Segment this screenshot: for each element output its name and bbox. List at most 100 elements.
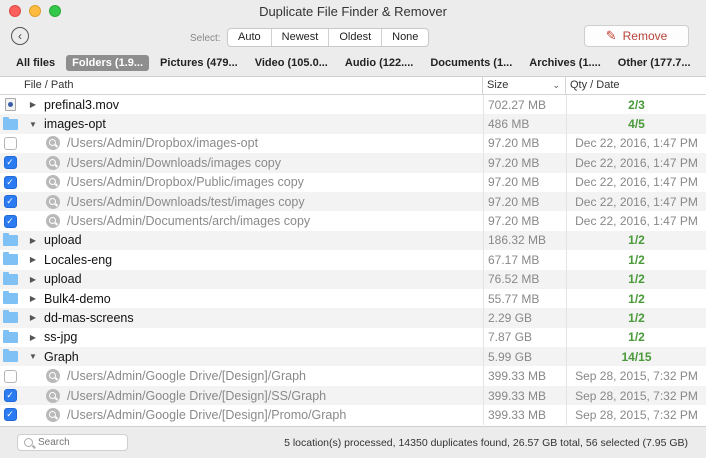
row-checkbox[interactable]: ✓: [3, 389, 17, 403]
group-name: Bulk4-demo: [44, 291, 111, 306]
disclosure-collapsed-icon[interactable]: ▶: [26, 255, 40, 264]
group-row[interactable]: ▶ Locales-eng 67.17 MB 1/2: [0, 250, 706, 270]
tab-5[interactable]: Documents (1...: [424, 55, 518, 71]
tab-7[interactable]: Other (177.7...: [612, 55, 697, 71]
reveal-in-finder-icon[interactable]: [46, 369, 60, 384]
remove-button[interactable]: ✎ Remove: [584, 25, 689, 47]
row-checkbox[interactable]: ✓: [3, 214, 17, 228]
row-checkbox[interactable]: ✓: [3, 408, 17, 422]
select-newest-button[interactable]: Newest: [272, 29, 330, 46]
column-header-path[interactable]: File / Path: [0, 77, 483, 94]
title-bar: Duplicate File Finder & Remover: [0, 0, 706, 22]
row-marker: [0, 310, 20, 324]
tab-2[interactable]: Pictures (479...: [154, 55, 244, 71]
file-path: /Users/Admin/Dropbox/images-opt: [67, 136, 259, 151]
group-name: dd-mas-screens: [44, 310, 134, 325]
column-header-qty-date[interactable]: Qty / Date: [566, 77, 706, 94]
group-row[interactable]: ▶ ss-jpg 7.87 GB 1/2: [0, 327, 706, 348]
zoom-window-button[interactable]: [49, 5, 61, 17]
file-row[interactable]: ✓ /Users/Admin/Dropbox/Public/images copy…: [0, 172, 706, 192]
group-row[interactable]: ▶ upload 186.32 MB 1/2: [0, 230, 706, 251]
disclosure-collapsed-icon[interactable]: ▶: [26, 333, 40, 342]
select-segmented-control: Auto Newest Oldest None: [227, 28, 430, 47]
file-path: /Users/Admin/Google Drive/[Design]/Promo…: [67, 407, 347, 422]
disclosure-collapsed-icon[interactable]: ▶: [26, 236, 40, 245]
cell-size: 399.33 MB: [483, 385, 566, 406]
cell-size: 2.29 GB: [483, 308, 566, 328]
group-row[interactable]: ▶ dd-mas-screens 2.29 GB 1/2: [0, 308, 706, 328]
tab-6[interactable]: Archives (1....: [523, 55, 607, 71]
modified-date: Sep 28, 2015, 7:32 PM: [575, 369, 698, 384]
group-row[interactable]: ▼ Graph 5.99 GB 14/15: [0, 347, 706, 367]
file-path: /Users/Admin/Documents/arch/images copy: [67, 214, 311, 229]
table-body: ▶ prefinal3.mov 702.27 MB 2/3 ▼ images-opt 486…: [0, 95, 706, 425]
group-row[interactable]: ▶ prefinal3.mov 702.27 MB 2/3: [0, 95, 706, 115]
file-path: /Users/Admin/Google Drive/[Design]/SS/Gr…: [67, 388, 327, 403]
tab-4[interactable]: Audio (122....: [339, 55, 419, 71]
close-window-button[interactable]: [9, 5, 21, 17]
back-button[interactable]: ‹: [11, 27, 29, 45]
row-checkbox[interactable]: ✓: [3, 195, 17, 209]
group-row[interactable]: ▶ Bulk4-demo 55.77 MB 1/2: [0, 288, 706, 309]
disclosure-expanded-icon[interactable]: ▼: [26, 120, 40, 129]
disclosure-collapsed-icon[interactable]: ▶: [26, 100, 40, 109]
row-marker[interactable]: ✓: [0, 389, 20, 403]
column-header-size[interactable]: Size ⌄: [483, 77, 566, 94]
file-row[interactable]: ✓ /Users/Admin/Downloads/test/images copy…: [0, 191, 706, 212]
file-row[interactable]: ✓ /Users/Admin/Documents/arch/images copy…: [0, 211, 706, 231]
disclosure-collapsed-icon[interactable]: ▶: [26, 313, 40, 322]
row-checkbox[interactable]: ✓: [3, 156, 17, 170]
cell-path: /Users/Admin/Google Drive/[Design]/SS/Gr…: [20, 388, 483, 403]
cell-qty-date: 2/3: [566, 95, 706, 115]
row-marker[interactable]: ✓: [0, 195, 20, 209]
row-checkbox[interactable]: [3, 369, 17, 383]
modified-date: Dec 22, 2016, 1:47 PM: [575, 214, 698, 229]
modified-date: Dec 22, 2016, 1:47 PM: [575, 136, 698, 151]
select-oldest-button[interactable]: Oldest: [329, 29, 383, 46]
group-row[interactable]: ▶ upload 76.52 MB 1/2: [0, 269, 706, 289]
row-checkbox[interactable]: [3, 136, 17, 150]
file-row[interactable]: ✓ /Users/Admin/Google Drive/[Design]/SS/G…: [0, 385, 706, 406]
select-none-button[interactable]: None: [382, 29, 428, 46]
file-path: /Users/Admin/Downloads/test/images copy: [67, 194, 305, 209]
file-row[interactable]: /Users/Admin/Google Drive/[Design]/Graph…: [0, 366, 706, 386]
reveal-in-finder-icon[interactable]: [46, 175, 60, 190]
cell-path: /Users/Admin/Documents/arch/images copy: [20, 214, 483, 229]
file-row[interactable]: ✓ /Users/Admin/Google Drive/[Design]/Prom…: [0, 405, 706, 425]
disclosure-expanded-icon[interactable]: ▼: [26, 352, 40, 361]
group-row[interactable]: ▼ images-opt 486 MB 4/5: [0, 114, 706, 134]
row-marker[interactable]: ✓: [0, 408, 20, 422]
folder-icon: [2, 329, 18, 343]
row-marker[interactable]: [0, 136, 20, 150]
reveal-in-finder-icon[interactable]: [46, 136, 60, 151]
search-box[interactable]: [17, 434, 128, 451]
row-marker[interactable]: ✓: [0, 156, 20, 170]
select-auto-button[interactable]: Auto: [228, 29, 272, 46]
cell-qty-date: Dec 22, 2016, 1:47 PM: [566, 172, 706, 192]
row-marker[interactable]: ✓: [0, 214, 20, 228]
row-checkbox[interactable]: ✓: [3, 175, 17, 189]
tab-3[interactable]: Video (105.0...: [249, 55, 334, 71]
tab-0[interactable]: All files: [10, 55, 61, 71]
disclosure-collapsed-icon[interactable]: ▶: [26, 275, 40, 284]
file-row[interactable]: ✓ /Users/Admin/Downloads/images copy 97.20…: [0, 153, 706, 173]
row-marker[interactable]: [0, 369, 20, 383]
reveal-in-finder-icon[interactable]: [46, 388, 60, 403]
cell-size: 55.77 MB: [483, 288, 566, 309]
disclosure-collapsed-icon[interactable]: ▶: [26, 294, 40, 303]
reveal-in-finder-icon[interactable]: [46, 194, 60, 209]
cell-size: 486 MB: [483, 114, 566, 134]
reveal-in-finder-icon[interactable]: [46, 407, 60, 422]
table-header: File / Path Size ⌄ Qty / Date: [0, 77, 706, 95]
cell-path: ▶ dd-mas-screens: [20, 311, 483, 325]
folder-icon: [2, 349, 18, 363]
row-marker[interactable]: ✓: [0, 175, 20, 189]
reveal-in-finder-icon[interactable]: [46, 155, 60, 170]
search-input[interactable]: [38, 437, 118, 448]
reveal-in-finder-icon[interactable]: [46, 214, 60, 229]
minimize-window-button[interactable]: [29, 5, 41, 17]
results-table: File / Path Size ⌄ Qty / Date ▶ prefinal3…: [0, 76, 706, 426]
broom-icon: ✎: [605, 28, 617, 43]
file-row[interactable]: /Users/Admin/Dropbox/images-opt 97.20 MB D…: [0, 133, 706, 154]
tab-1[interactable]: Folders (1.9...: [66, 55, 150, 71]
